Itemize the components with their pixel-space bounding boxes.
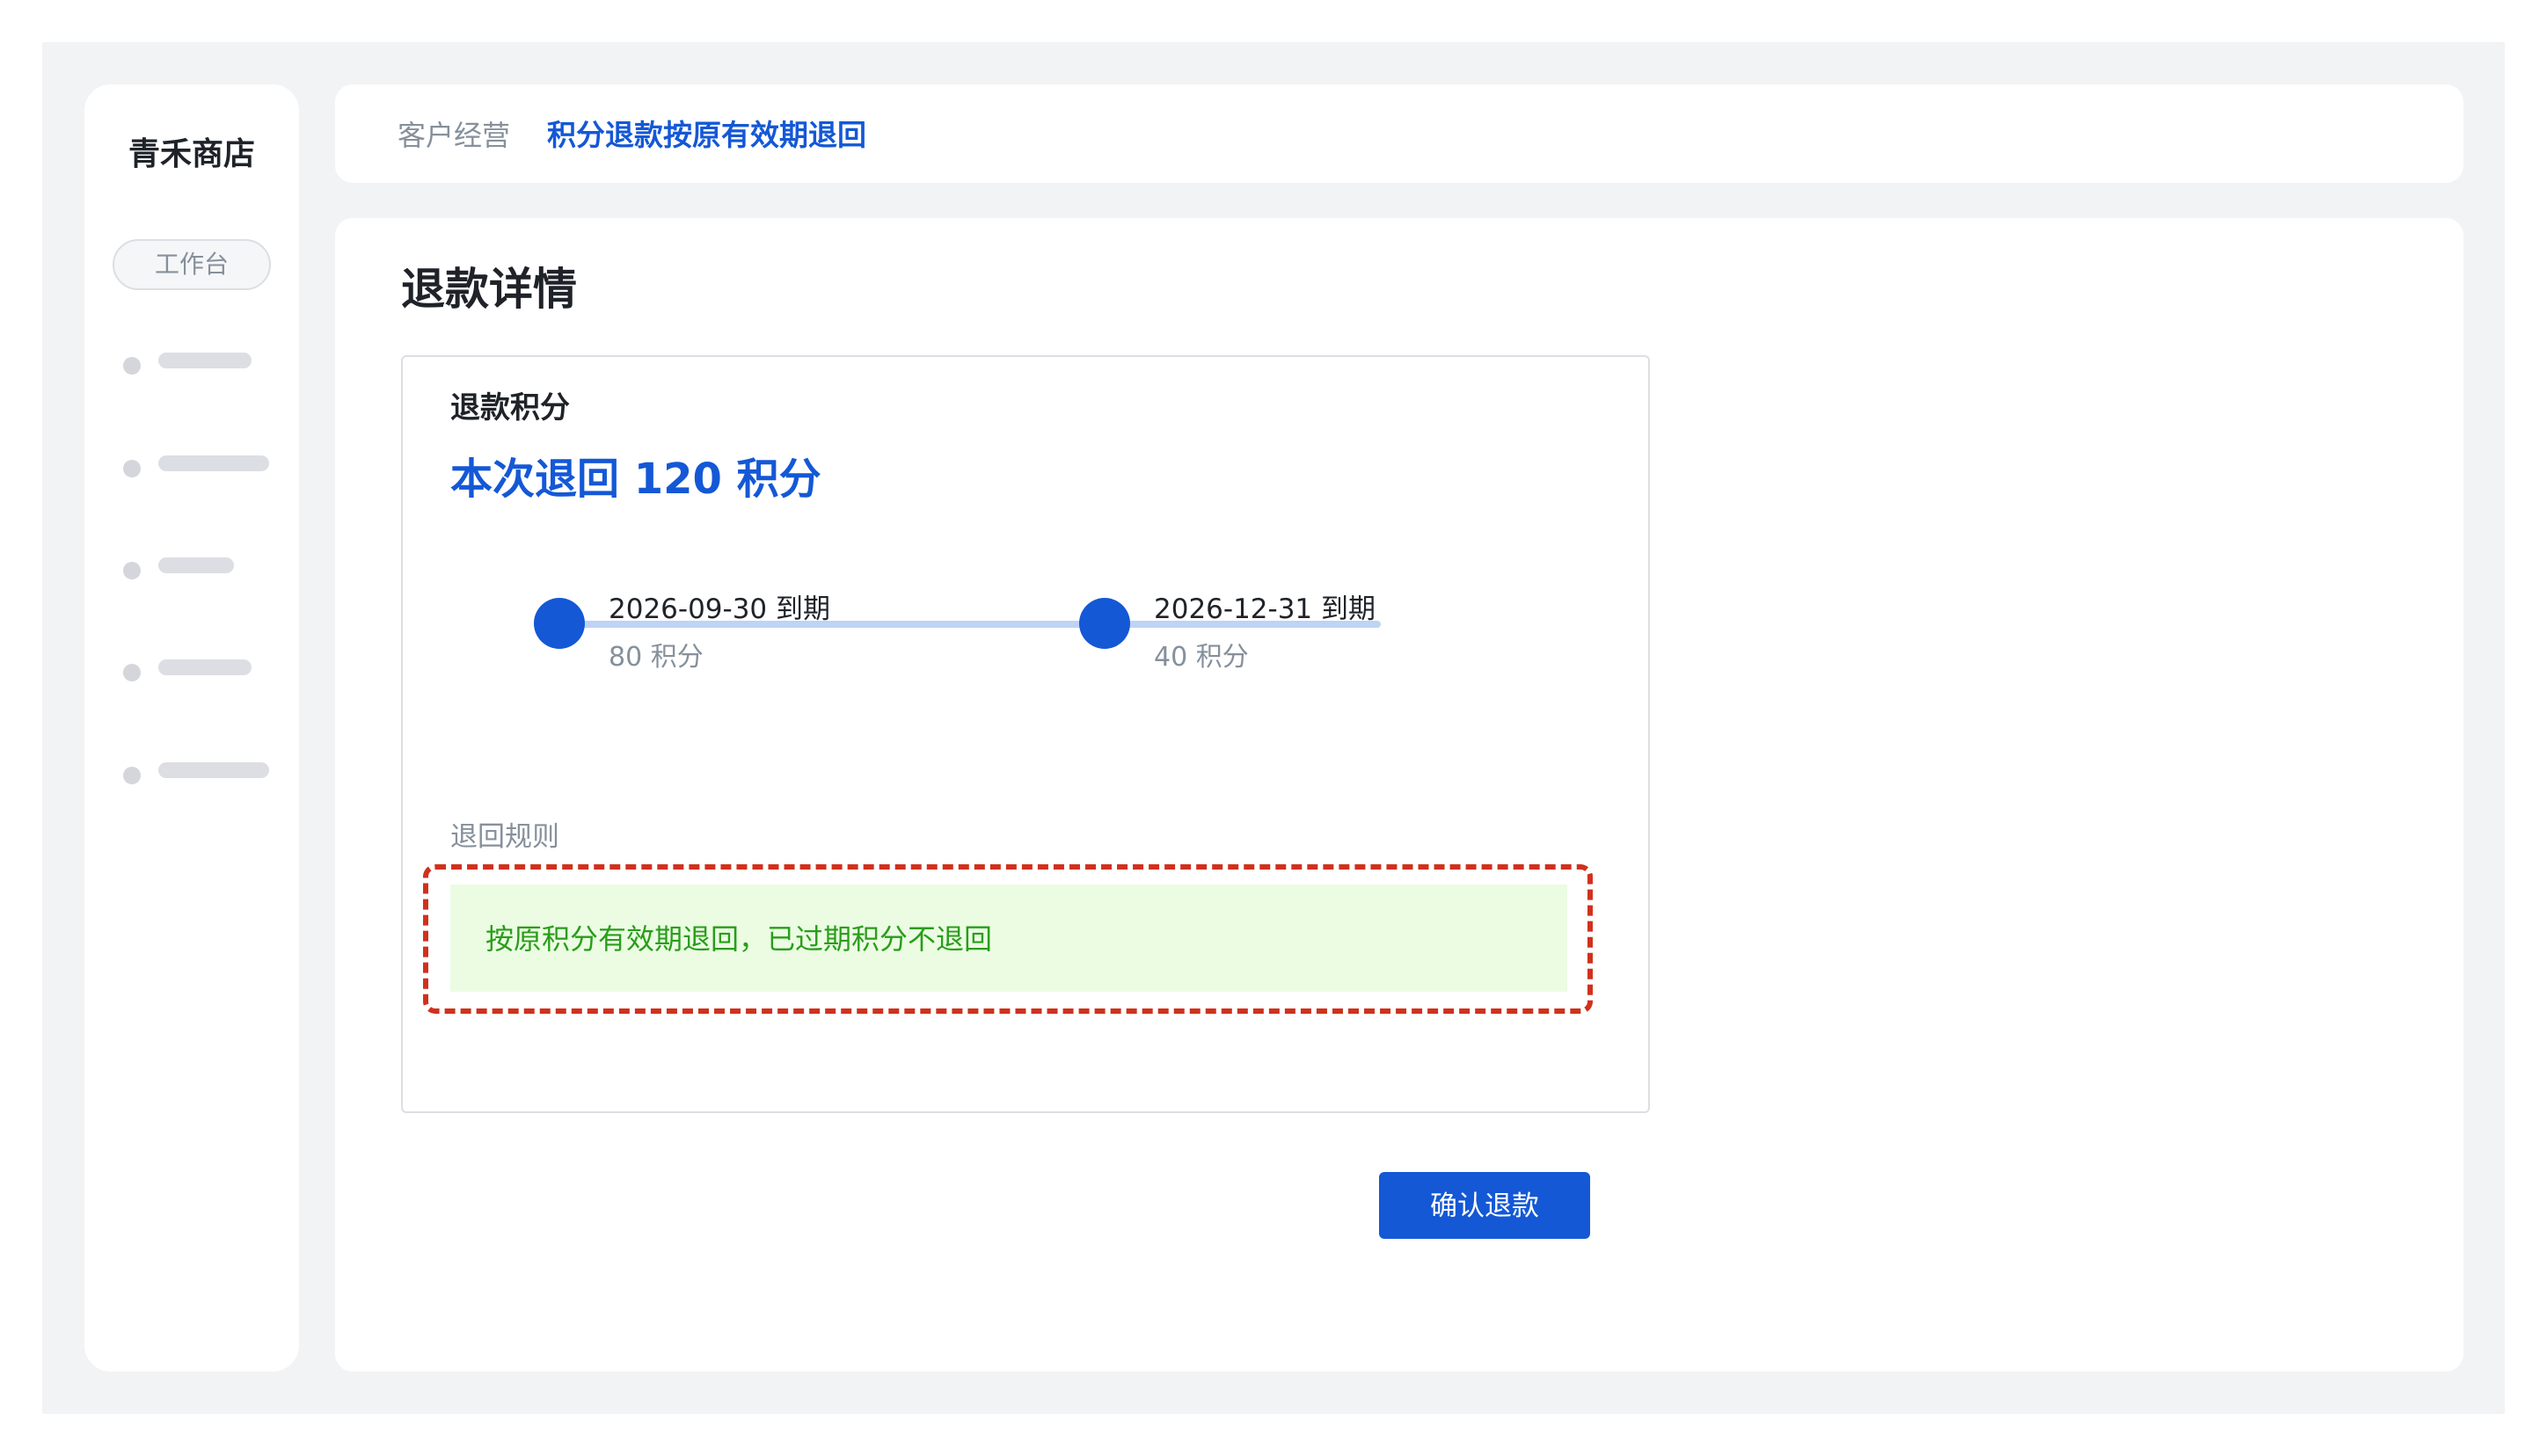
breadcrumb-current: 积分退款按原有效期退回	[547, 118, 866, 152]
timeline-date: 2026-09-30 到期	[609, 593, 831, 625]
sidebar-item-workbench[interactable]: 工作台	[113, 239, 271, 290]
confirm-refund-button[interactable]: 确认退款	[1379, 1172, 1590, 1239]
timeline-node-icon	[534, 598, 585, 649]
nav-item-placeholder[interactable]	[158, 659, 252, 675]
nav-item-placeholder[interactable]	[158, 455, 269, 471]
nav-item-placeholder[interactable]	[158, 762, 269, 778]
nav-item-dot-icon	[123, 664, 141, 681]
nav-item-dot-icon	[123, 357, 141, 375]
section-label: 退款积分	[450, 390, 570, 426]
timeline-date: 2026-12-31 到期	[1154, 593, 1376, 625]
page-title: 退款详情	[401, 264, 577, 315]
nav-item-placeholder[interactable]	[158, 353, 252, 368]
timeline-node-icon	[1079, 598, 1130, 649]
refund-summary: 本次退回 120 积分	[450, 455, 821, 504]
breadcrumb-parent[interactable]: 客户经营	[398, 116, 510, 155]
nav-item-dot-icon	[123, 767, 141, 784]
brand-name: 青禾商店	[128, 136, 255, 172]
rules-label: 退回规则	[450, 821, 559, 853]
rules-highlight-frame	[423, 864, 1593, 1014]
nav-item-dot-icon	[123, 562, 141, 579]
timeline-points: 80 积分	[609, 642, 704, 673]
nav-item-placeholder[interactable]	[158, 557, 234, 573]
timeline-points: 40 积分	[1154, 642, 1249, 673]
nav-item-dot-icon	[123, 460, 141, 477]
